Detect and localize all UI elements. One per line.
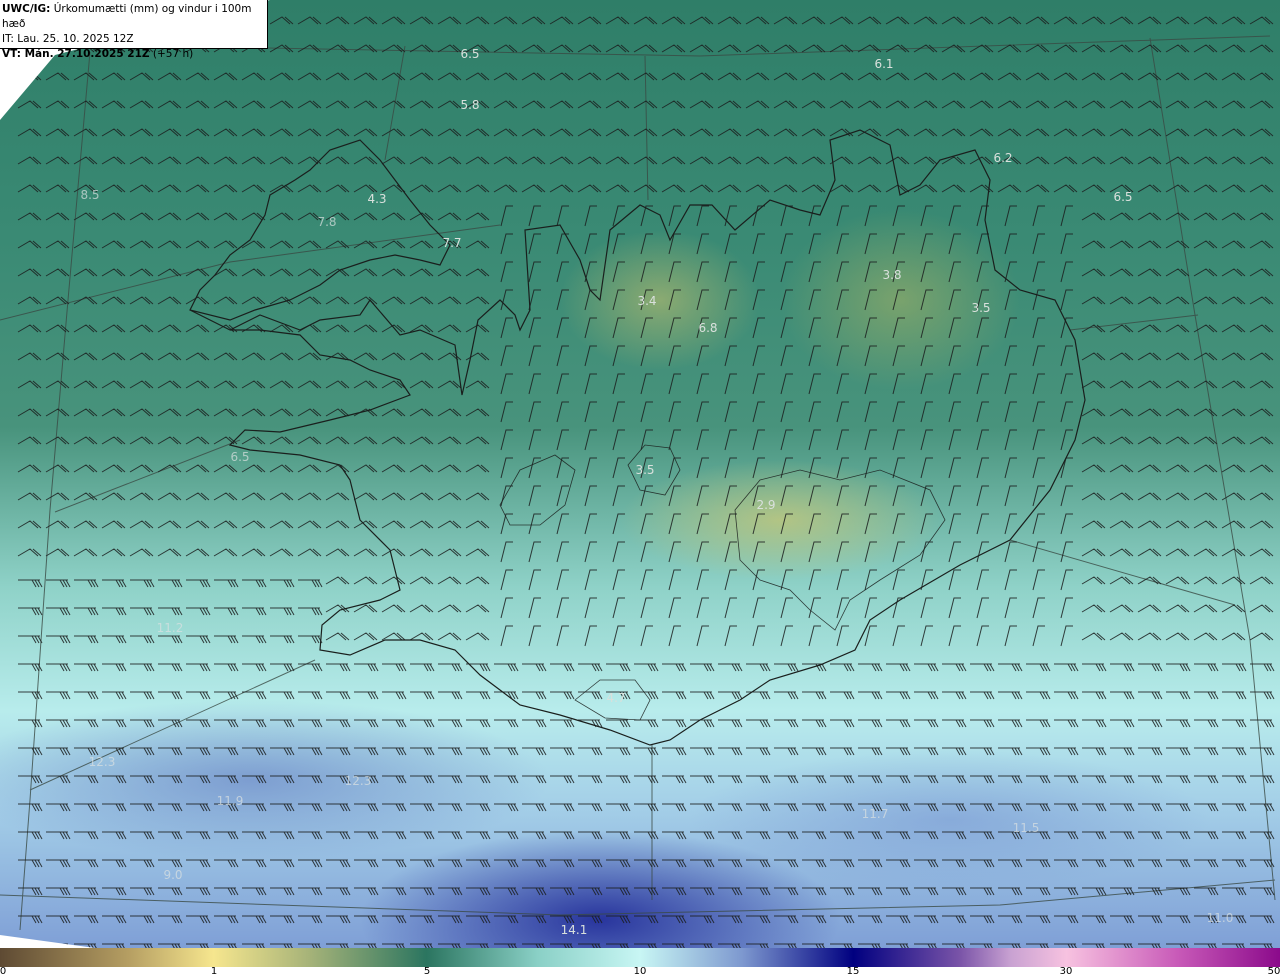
graticule-line [54,439,241,513]
initial-time: IT: Lau. 25. 10. 2025 12Z [2,33,134,45]
value-label: 11.7 [861,807,889,821]
lead-time: (+57 h) [152,48,194,60]
colorbar-tick: 15 [846,966,860,977]
graticule-line [384,45,406,161]
value-label: 12.3 [344,774,372,788]
value-label: 3.5 [635,463,655,477]
graticule [0,35,1276,931]
value-label: 3.8 [882,268,902,282]
colorbar-tick: 50 [1267,966,1280,977]
colorbar-tick: 5 [423,966,431,977]
value-label: 3.5 [971,301,991,315]
colorbar-tick: 10 [633,966,647,977]
value-label: 8.5 [80,188,100,202]
valid-time-line: VT: Mán. 27.10.2025 21Z (+57 h) [2,47,267,62]
value-label: 11.2 [156,621,184,635]
value-label: 6.8 [698,321,718,335]
graticule-line [29,659,316,791]
value-label: 3.4 [637,294,657,308]
value-label: 6.2 [993,151,1013,165]
colorbar [0,948,1280,967]
value-label: 11.9 [216,794,244,808]
value-label: 7.7 [442,236,462,250]
title-line: UWC/IG: Úrkomumætti (mm) og vindur i 100… [2,2,267,32]
wind-barbs [17,16,1275,948]
value-label: 11.5 [1012,821,1040,835]
value-label: 4.7 [606,691,626,705]
value-label: 9.0 [163,868,183,882]
graticule-line [0,879,1276,916]
value-label: 11.0 [1206,911,1234,925]
graticule-line [1149,37,1276,901]
value-label: 14.1 [560,923,588,937]
map-title-box: UWC/IG: Úrkomumætti (mm) og vindur i 100… [0,0,268,60]
product-name: UWC/IG: [2,3,51,15]
value-label: 6.1 [874,57,894,71]
value-label: 6.5 [460,47,480,61]
value-label: 12.3 [88,755,116,769]
colorbar-ticks: 0 1 5 10 15 30 50 [0,966,1280,978]
graticule-line [644,55,649,201]
colorbar-tick: 30 [1059,966,1073,977]
value-label: 6.5 [230,450,250,464]
colorbar-tick: 0 [0,966,7,977]
value-label: 6.5 [1113,190,1133,204]
valid-time: VT: Mán. 27.10.2025 21Z [2,48,150,60]
colorbar-tick: 1 [210,966,218,977]
value-label: 5.8 [460,98,480,112]
value-label: 7.8 [317,215,337,229]
wind-barb [17,16,1275,948]
graticule-line [19,51,91,931]
value-label: 4.3 [367,192,387,206]
value-label: 2.9 [756,498,776,512]
map-view[interactable]: 6.5 6.1 5.8 6.2 6.5 8.5 4.3 7.8 7.7 3.4 … [0,0,1280,948]
